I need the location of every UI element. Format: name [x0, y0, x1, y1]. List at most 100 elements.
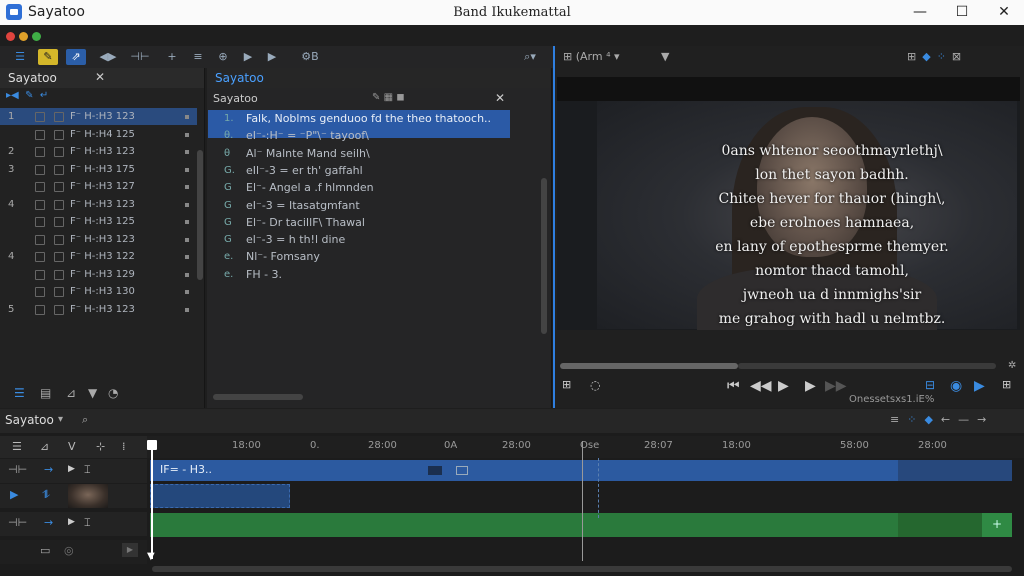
row-handle-icon[interactable]	[185, 185, 189, 189]
razor-icon[interactable]: Ⅴ	[68, 440, 76, 453]
row-checkbox[interactable]	[35, 147, 45, 157]
track-3-arrow-icon[interactable]: →	[44, 516, 53, 529]
subtitle-row[interactable]: θ Al⁻ Malnte Mand seilh\	[208, 145, 510, 162]
row-checkbox[interactable]	[35, 129, 45, 140]
row-checkbox[interactable]	[35, 217, 45, 227]
subtitle-row[interactable]: Gel⁻-3 = h th!l dine	[208, 231, 510, 248]
subtitle-row[interactable]: G El⁻- Angel a .f hlmnden	[208, 179, 510, 196]
doc-icon[interactable]: ▤	[40, 386, 51, 400]
search-icon[interactable]: ⌕▾	[520, 49, 540, 65]
timeline-dropdown-icon[interactable]: ▾	[58, 414, 63, 425]
chart-small-icon[interactable]: ⊿	[66, 386, 76, 400]
close-button[interactable]: ✕	[994, 3, 1014, 21]
row-lock-checkbox[interactable]	[54, 199, 64, 210]
expand-frame-icon[interactable]: ⊠	[952, 50, 967, 63]
track-3-link-icon[interactable]: ⊣⊢	[8, 516, 27, 529]
row-checkbox[interactable]	[35, 269, 45, 280]
row-lock-checkbox[interactable]	[54, 269, 64, 280]
track-2-fx-icon[interactable]: ⥮	[42, 488, 50, 502]
play-blue-icon[interactable]: ▶	[974, 378, 985, 394]
track-settings-icon[interactable]: ☰	[12, 440, 22, 453]
grid-icon[interactable]: ⊞	[562, 378, 571, 391]
row-handle-icon[interactable]	[185, 150, 189, 154]
track-list-row[interactable]: F⁻ H-:H3 129	[0, 266, 197, 283]
more-icon[interactable]: ⁞	[122, 440, 126, 453]
track-list-row[interactable]: 4 F⁻ H-:H3 122	[0, 248, 197, 265]
timeline-marker[interactable]	[582, 441, 583, 561]
viewer-progress[interactable]	[560, 363, 738, 369]
split-icon[interactable]: ⊣⊢	[130, 49, 150, 65]
row-lock-checkbox[interactable]	[54, 112, 64, 122]
track-list-row[interactable]: 4 F⁻ H-:H3 123	[0, 196, 197, 213]
track-list-row[interactable]: 3 F⁻ H-:H3 175	[0, 161, 197, 178]
caption-icon[interactable]: ⊟	[925, 378, 935, 392]
audio-expand-icon[interactable]: +	[982, 513, 1012, 537]
subtitle-row[interactable]: G El⁻- Dr taciIlF\ Thawal	[208, 214, 510, 231]
row-lock-checkbox[interactable]	[54, 164, 64, 175]
playhead[interactable]	[151, 441, 153, 559]
next-small-icon[interactable]: ▶	[262, 49, 282, 65]
puzzle-icon[interactable]: ⚙B	[300, 49, 320, 65]
play-icon[interactable]: ▶	[778, 378, 789, 394]
settings-small-icon[interactable]: ◔	[108, 386, 118, 400]
row-handle-icon[interactable]	[185, 290, 189, 294]
transform-icon[interactable]: ⊕	[213, 49, 233, 65]
loop-icon[interactable]: ◌	[590, 378, 600, 392]
row-checkbox[interactable]	[35, 164, 45, 175]
row-handle-icon[interactable]	[185, 167, 189, 172]
subtitle-row[interactable]: θ. eI⁻-:H⁻ = ⁻P"\⁻ tayoof\	[208, 127, 510, 144]
timeline-search-icon[interactable]: ⌕	[82, 413, 88, 427]
green-dot-icon[interactable]	[32, 32, 41, 41]
list-view-icon[interactable]: ☰	[14, 386, 25, 400]
list-icon[interactable]: ☰	[10, 49, 30, 65]
minus-icon[interactable]: —	[958, 413, 977, 426]
back-arrow-icon[interactable]: ◀▶	[98, 49, 118, 65]
layout-icon[interactable]: ⊞	[907, 50, 922, 63]
subtitle-clip-tail[interactable]	[898, 460, 1012, 481]
red-dot-icon[interactable]	[6, 32, 15, 41]
row-lock-checkbox[interactable]	[54, 234, 64, 245]
clip-marker-icon[interactable]	[456, 466, 468, 475]
pen-icon[interactable]: ✎	[25, 90, 33, 101]
clip-keyframe-icon[interactable]	[428, 466, 442, 475]
rewind-icon[interactable]: ◀◀	[750, 378, 772, 394]
track-list-row[interactable]: 2 F⁻ H-:H3 123	[0, 143, 197, 160]
chart-icon[interactable]: ⇗	[66, 49, 86, 65]
row-checkbox[interactable]	[35, 112, 45, 122]
track-4-toggle-icon[interactable]: ▶	[122, 543, 138, 557]
track-2-thumbnail[interactable]	[68, 484, 108, 508]
snap-icon[interactable]: ⊹	[96, 440, 105, 453]
track-list-row[interactable]: F⁻ H-:H3 130	[0, 283, 197, 300]
viewer-settings-icon[interactable]: ✲	[1008, 360, 1016, 371]
left-scrollbar[interactable]	[197, 150, 203, 280]
camera-icon[interactable]: ◼	[396, 92, 404, 103]
viewer-header[interactable]: ⊞ (Arm ⁴ ▾	[563, 50, 620, 63]
subtitle-row[interactable]: G. eIl⁻-3 = er th' gaffahl	[208, 162, 510, 179]
pencil-icon[interactable]: ✎	[372, 92, 380, 103]
return-icon[interactable]: ↵	[40, 90, 48, 101]
track-2-play-icon[interactable]: ▶	[10, 488, 18, 501]
row-handle-icon[interactable]	[185, 202, 189, 207]
track-list-row[interactable]: F⁻ H-:H3 125	[0, 213, 197, 230]
subtitle-tab[interactable]: Sayatoo	[207, 68, 551, 88]
row-lock-checkbox[interactable]	[54, 147, 64, 157]
track-4-screen-icon[interactable]: ▭	[40, 544, 50, 557]
subtitle-scrollbar[interactable]	[541, 178, 547, 334]
viewer-dropdown-icon[interactable]: ▼	[661, 50, 669, 63]
row-lock-checkbox[interactable]	[54, 304, 64, 315]
play-small-icon[interactable]: ▶	[238, 49, 258, 65]
track-list-row[interactable]: F⁻ H-:H3 123	[0, 231, 197, 248]
image-icon[interactable]: ▦	[384, 92, 393, 103]
row-lock-checkbox[interactable]	[54, 217, 64, 227]
arrow-left-icon[interactable]: ←	[941, 413, 958, 426]
grid-blue-icon[interactable]: ⁘	[907, 413, 924, 426]
grid-dots-icon[interactable]: ⁘	[937, 50, 952, 63]
skip-back-icon[interactable]: ⏮	[727, 378, 740, 394]
track-1-play-icon[interactable]: ▶	[68, 464, 75, 474]
subtitle-row[interactable]: e. FH - 3.	[208, 266, 510, 283]
row-checkbox[interactable]	[35, 287, 45, 297]
track-list-row[interactable]: F⁻ H-:H4 125	[0, 126, 197, 143]
row-handle-icon[interactable]	[185, 132, 189, 137]
audio-clip[interactable]	[150, 513, 898, 537]
row-checkbox[interactable]	[35, 234, 45, 245]
